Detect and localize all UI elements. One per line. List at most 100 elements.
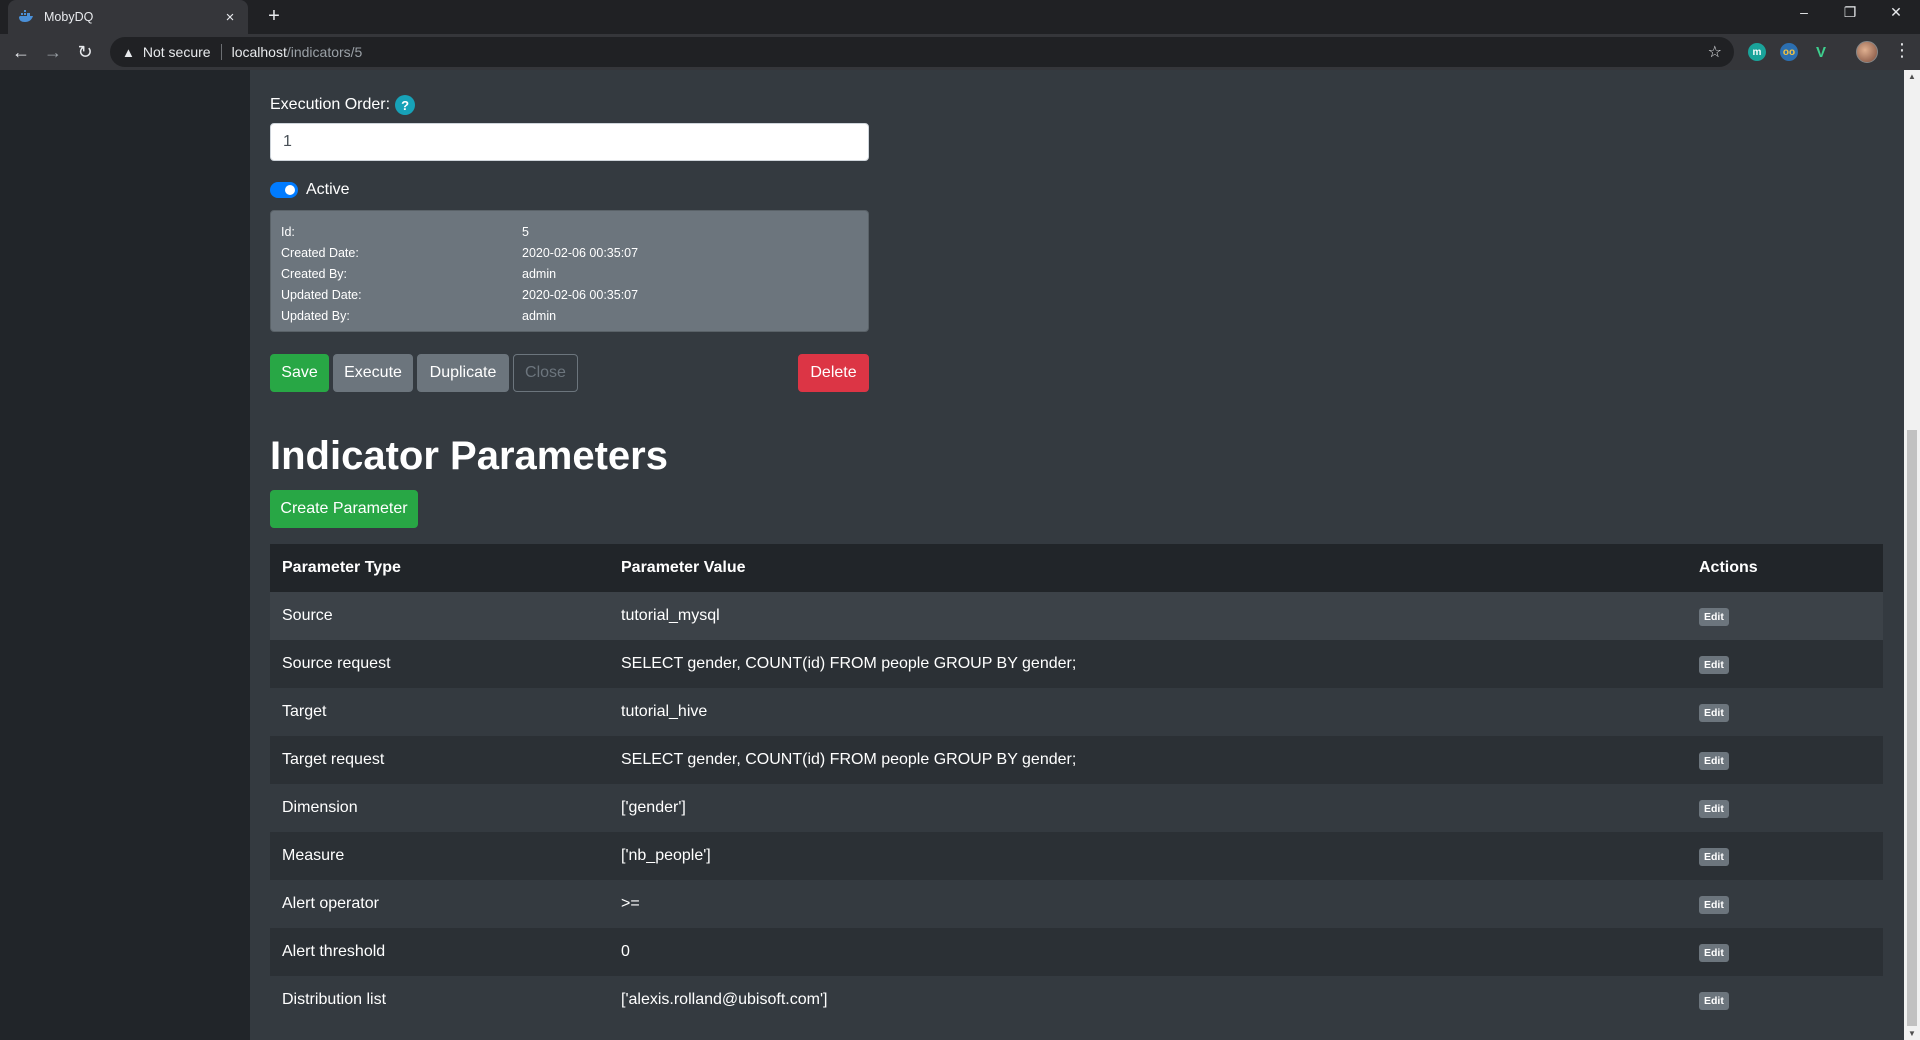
active-toggle[interactable]: Active	[270, 181, 350, 199]
meta-value: 2020-02-06 00:35:07	[522, 245, 639, 260]
parameter-type: Alert threshold	[282, 943, 386, 960]
url-path: /indicators/5	[286, 44, 363, 60]
parameter-type: Distribution list	[282, 991, 387, 1008]
back-icon[interactable]: ←	[10, 41, 32, 63]
edit-button[interactable]: Edit	[1699, 991, 1729, 1010]
extension-eyes-icon[interactable]: oo	[1780, 43, 1798, 61]
parameter-value: tutorial_mysql	[621, 607, 720, 624]
save-button[interactable]: Save	[270, 354, 329, 392]
actions-cell: Edit	[1687, 703, 1883, 722]
parameter-type: Target	[282, 703, 327, 720]
actions-cell: Edit	[1687, 991, 1883, 1010]
parameter-value: tutorial_hive	[621, 703, 708, 720]
restore-icon[interactable]: ❐	[1830, 4, 1870, 21]
table-row: Alert operator >= Edit	[270, 880, 1883, 928]
extension-m-icon[interactable]: m	[1748, 43, 1766, 61]
edit-button[interactable]: Edit	[1699, 655, 1729, 674]
moby-whale-icon	[18, 9, 34, 25]
actions-cell: Edit	[1687, 847, 1883, 866]
profile-avatar[interactable]	[1856, 41, 1878, 63]
close-button[interactable]: Close	[513, 354, 578, 392]
parameter-type: Target request	[282, 751, 385, 768]
parameter-type: Dimension	[282, 799, 358, 816]
meta-key: Updated Date:	[281, 287, 362, 302]
meta-row-updated-date: Updated Date: 2020-02-06 00:35:07	[281, 284, 858, 305]
browser-menu-icon[interactable]: ⋮	[1893, 40, 1911, 61]
page-scrollbar[interactable]: ▲ ▼	[1904, 70, 1920, 1040]
extension-v-icon[interactable]: V	[1812, 43, 1830, 61]
table-row: Target tutorial_hive Edit	[270, 688, 1883, 736]
execution-order-input[interactable]	[270, 123, 869, 161]
scrollbar-thumb[interactable]	[1907, 430, 1917, 1026]
parameters-table: Parameter Type Parameter Value Actions S…	[270, 544, 1883, 1024]
parameter-value: 0	[621, 943, 630, 960]
browser-toolbar: ← → ↻ ▲ Not secure localhost/indicators/…	[0, 34, 1920, 70]
tab-title: MobyDQ	[44, 10, 94, 24]
edit-button[interactable]: Edit	[1699, 895, 1729, 914]
main-content: Execution Order: ? Active Id: 5 Created D…	[250, 70, 1904, 1040]
parameter-type: Alert operator	[282, 895, 379, 912]
table-header: Parameter Type Parameter Value Actions	[270, 544, 1883, 592]
omnibox-separator	[220, 44, 222, 60]
parameter-type: Measure	[282, 847, 345, 864]
meta-row-created-date: Created Date: 2020-02-06 00:35:07	[281, 242, 858, 263]
execute-button[interactable]: Execute	[333, 354, 413, 392]
browser-tab[interactable]: MobyDQ ×	[8, 0, 248, 34]
meta-row-id: Id: 5	[281, 221, 858, 242]
header-parameter-value: Parameter Value	[621, 559, 746, 576]
edit-button[interactable]: Edit	[1699, 799, 1729, 818]
parameter-value: ['nb_people']	[621, 847, 711, 864]
table-row: Measure ['nb_people'] Edit	[270, 832, 1883, 880]
meta-key: Updated By:	[281, 308, 350, 323]
parameter-value: SELECT gender, COUNT(id) FROM people GRO…	[621, 655, 1077, 672]
forward-icon[interactable]: →	[42, 41, 64, 63]
help-icon[interactable]: ?	[395, 95, 416, 115]
scroll-up-icon[interactable]: ▲	[1908, 72, 1916, 81]
table-row: Dimension ['gender'] Edit	[270, 784, 1883, 832]
edit-button[interactable]: Edit	[1699, 943, 1729, 962]
edit-button[interactable]: Edit	[1699, 751, 1729, 770]
url-host: localhost	[231, 44, 287, 60]
section-title: Indicator Parameters	[270, 434, 668, 478]
meta-value: 2020-02-06 00:35:07	[522, 287, 639, 302]
table-row: Source request SELECT gender, COUNT(id) …	[270, 640, 1883, 688]
reload-icon[interactable]: ↻	[74, 41, 96, 63]
actions-cell: Edit	[1687, 943, 1883, 962]
execution-order-label-text: Execution Order:	[270, 96, 391, 113]
edit-button[interactable]: Edit	[1699, 607, 1729, 626]
delete-button[interactable]: Delete	[798, 354, 869, 392]
table-row: Source tutorial_mysql Edit	[270, 592, 1883, 640]
parameter-value: >=	[621, 895, 640, 912]
create-parameter-button[interactable]: Create Parameter	[270, 490, 418, 528]
parameter-type: Source	[282, 607, 333, 624]
parameter-type: Source request	[282, 655, 391, 672]
address-bar[interactable]: ▲ Not secure localhost/indicators/5 ☆	[110, 37, 1734, 67]
sidebar	[0, 70, 250, 1040]
edit-button[interactable]: Edit	[1699, 703, 1729, 722]
execution-order-label: Execution Order: ?	[270, 95, 416, 115]
tab-close-icon[interactable]: ×	[222, 9, 238, 26]
toggle-track[interactable]	[270, 182, 298, 198]
actions-cell: Edit	[1687, 751, 1883, 770]
scroll-down-icon[interactable]: ▼	[1908, 1029, 1916, 1038]
edit-button[interactable]: Edit	[1699, 847, 1729, 866]
parameter-value: SELECT gender, COUNT(id) FROM people GRO…	[621, 751, 1077, 768]
parameter-value: ['gender']	[621, 799, 686, 816]
browser-tab-bar: MobyDQ × + – ❐ ✕	[0, 0, 1920, 34]
new-tab-button[interactable]: +	[262, 5, 286, 28]
header-actions: Actions	[1699, 559, 1758, 576]
meta-value: admin	[522, 308, 557, 323]
meta-key: Created Date:	[281, 245, 359, 260]
parameter-value: ['alexis.rolland@ubisoft.com']	[621, 991, 828, 1008]
meta-key: Created By:	[281, 266, 348, 281]
window-close-icon[interactable]: ✕	[1876, 4, 1916, 21]
duplicate-button[interactable]: Duplicate	[417, 354, 509, 392]
meta-key: Id:	[281, 224, 295, 239]
bookmark-star-icon[interactable]: ☆	[1708, 42, 1722, 62]
table-row: Distribution list ['alexis.rolland@ubiso…	[270, 976, 1883, 1024]
meta-row-updated-by: Updated By: admin	[281, 305, 858, 326]
minimize-icon[interactable]: –	[1784, 4, 1824, 20]
toggle-knob	[285, 185, 295, 195]
table-row: Target request SELECT gender, COUNT(id) …	[270, 736, 1883, 784]
actions-cell: Edit	[1687, 607, 1883, 626]
